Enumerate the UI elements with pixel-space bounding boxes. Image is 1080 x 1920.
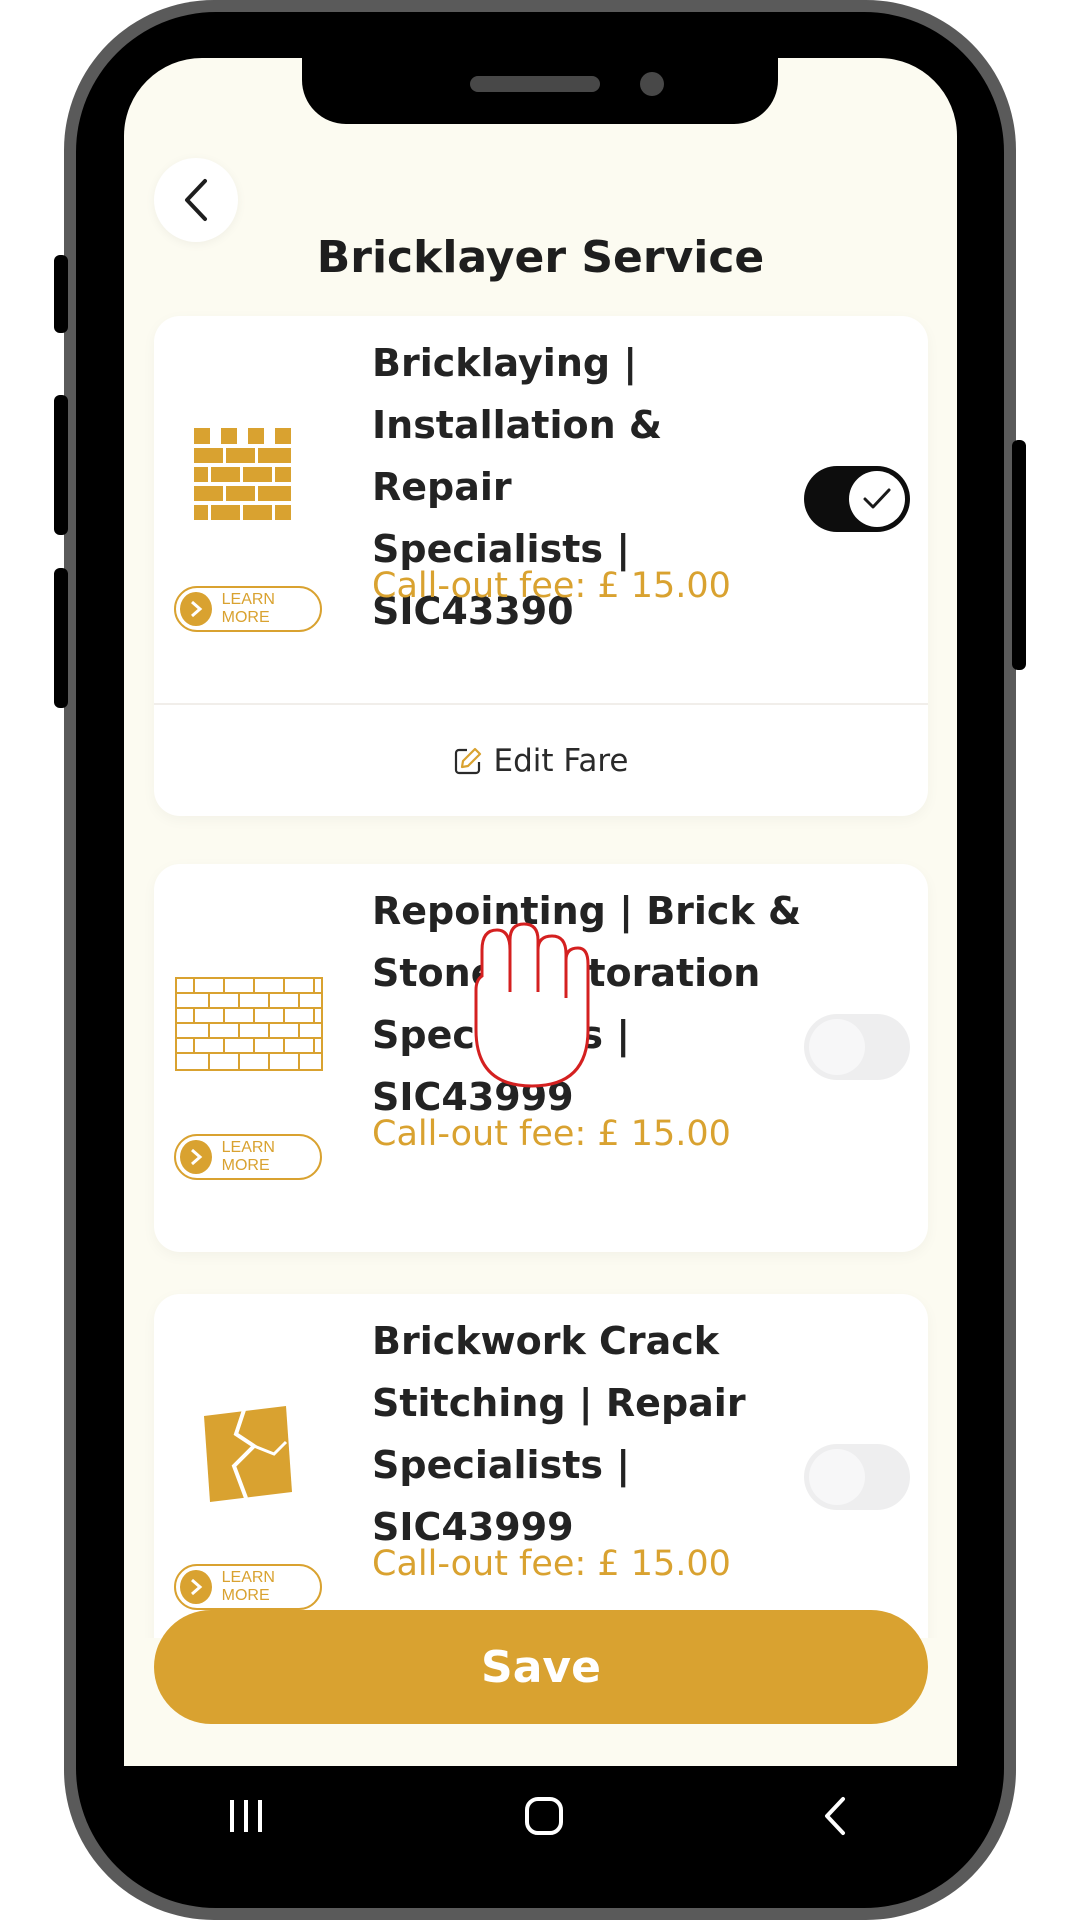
toggle-knob <box>809 1019 865 1075</box>
page-title: Bricklayer Service <box>316 232 765 283</box>
side-button-mute <box>54 255 68 333</box>
edit-icon <box>455 747 482 775</box>
service-toggle-repointing[interactable] <box>804 1014 910 1080</box>
service-name: Brickwork Crack Stitching | Repair Speci… <box>372 1319 746 1549</box>
service-toggle-crack-stitching[interactable] <box>804 1444 910 1510</box>
chevron-right-icon <box>180 1570 212 1604</box>
app-screen: Bricklayer Service LEARN MORE Bricklayin… <box>124 58 957 1766</box>
chevron-left-icon <box>185 179 207 221</box>
call-out-fee: Call-out fee: £ 15.00 <box>372 566 731 606</box>
camera <box>640 72 664 96</box>
cracked-wall-icon <box>204 1406 292 1502</box>
checkmark-icon <box>863 488 891 509</box>
chevron-right-icon <box>180 1140 212 1174</box>
recent-apps-icon <box>230 1800 262 1832</box>
divider <box>154 703 928 705</box>
save-button[interactable]: Save <box>154 1610 928 1724</box>
service-toggle-bricklaying[interactable] <box>804 466 910 532</box>
service-name: Repointing | Brick & Stone Restoration S… <box>372 889 802 1119</box>
nav-back-button[interactable] <box>804 1788 864 1844</box>
notch <box>302 56 778 124</box>
learn-more-label: LEARN MORE <box>221 1139 275 1174</box>
chevron-right-icon <box>180 592 212 626</box>
home-icon <box>525 1797 563 1835</box>
home-button[interactable] <box>514 1788 574 1844</box>
speaker <box>470 76 600 92</box>
call-out-fee: Call-out fee: £ 15.00 <box>372 1114 731 1154</box>
edit-fare-button[interactable]: Edit Fare <box>154 706 928 816</box>
hand-cursor-icon <box>474 922 590 1088</box>
toggle-knob <box>809 1449 865 1505</box>
learn-more-button[interactable]: LEARN MORE <box>174 586 322 632</box>
side-button-power <box>1012 440 1026 670</box>
save-label: Save <box>481 1641 601 1693</box>
toggle-knob <box>849 471 905 527</box>
learn-more-button[interactable]: LEARN MORE <box>174 1564 322 1610</box>
edit-fare-label: Edit Fare <box>493 743 629 779</box>
recent-apps-button[interactable] <box>216 1788 276 1844</box>
side-button-volume-down <box>54 568 68 708</box>
system-nav-bar <box>124 1766 957 1866</box>
learn-more-button[interactable]: LEARN MORE <box>174 1134 322 1180</box>
call-out-fee: Call-out fee: £ 15.00 <box>372 1544 731 1584</box>
side-button-volume-up <box>54 395 68 535</box>
learn-more-label: LEARN MORE <box>221 591 275 626</box>
brick-wall-icon <box>194 428 291 520</box>
service-card-bricklaying: LEARN MORE Bricklaying | Installation & … <box>154 316 928 816</box>
brick-pattern-icon <box>175 977 323 1071</box>
nav-back-icon <box>825 1797 845 1835</box>
learn-more-label: LEARN MORE <box>221 1569 275 1604</box>
